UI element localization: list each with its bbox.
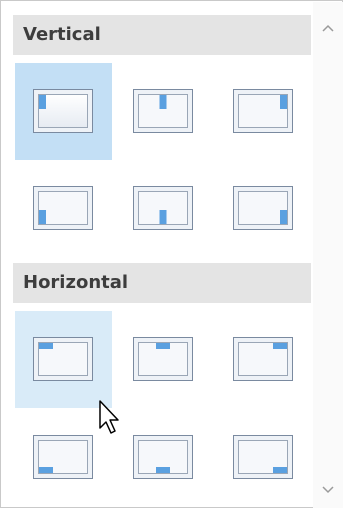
vertical-bottom-center-option[interactable] [115,160,212,257]
layout-vertical-top-right-icon [233,89,293,133]
horizontal-top-center-option[interactable] [115,311,212,408]
horizontal-bottom-center-option[interactable] [115,409,212,506]
mouse-pointer-icon [99,400,119,434]
layout-vertical-bottom-center-icon [133,186,193,230]
layout-vertical-bottom-left-icon [33,186,93,230]
layout-horizontal-bottom-left-icon [33,435,93,479]
layout-horizontal-top-left-icon [33,337,93,381]
layout-horizontal-top-center-icon [133,337,193,381]
chevron-down-icon[interactable] [313,478,343,502]
layout-vertical-bottom-right-icon [233,186,293,230]
layout-vertical-top-left-icon [33,89,93,133]
layout-horizontal-top-right-icon [233,337,293,381]
vertical-bottom-left-option[interactable] [15,160,112,257]
section-header-horizontal: Horizontal [13,263,311,303]
vertical-top-left-option[interactable] [15,63,112,160]
layout-horizontal-bottom-center-icon [133,435,193,479]
vertical-top-center-option[interactable] [115,63,212,160]
horizontal-top-left-option[interactable] [15,311,112,408]
layout-horizontal-bottom-right-icon [233,435,293,479]
horizontal-top-right-option[interactable] [215,311,312,408]
chevron-up-icon[interactable] [313,16,343,40]
vertical-top-right-option[interactable] [215,63,312,160]
position-gallery: Vertical Horizontal [0,0,343,508]
vertical-bottom-right-option[interactable] [215,160,312,257]
layout-vertical-top-center-icon [133,89,193,133]
horizontal-bottom-right-option[interactable] [215,409,312,506]
section-header-vertical: Vertical [13,15,311,55]
vertical-scrollbar[interactable] [313,2,343,508]
